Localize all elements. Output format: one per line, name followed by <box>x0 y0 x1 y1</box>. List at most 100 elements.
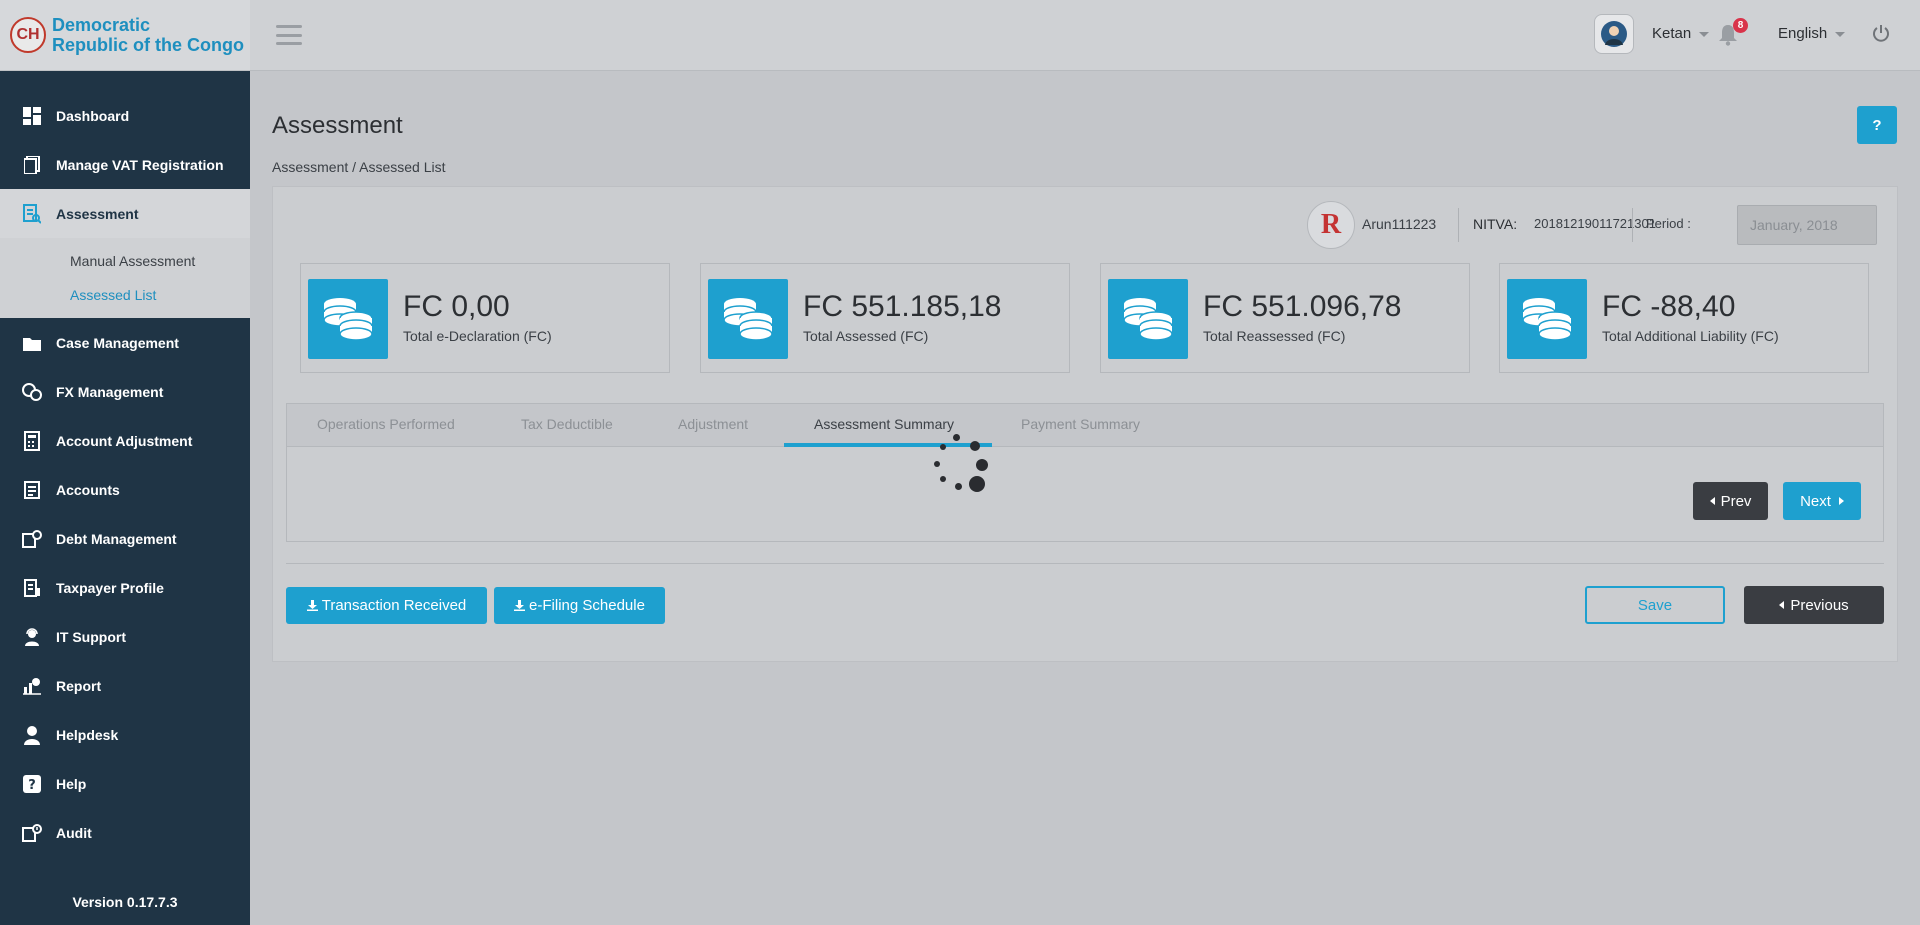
divider <box>1632 208 1633 242</box>
stat-card-total-additional-liability: FC -88,40 Total Additional Liability (FC… <box>1499 263 1869 373</box>
sidebar-item-label: Audit <box>56 824 92 841</box>
efiling-schedule-label: e-Filing Schedule <box>529 597 645 614</box>
coins-icon <box>1108 279 1188 359</box>
language-label: English <box>1778 25 1828 42</box>
transaction-received-label: Transaction Received <box>321 597 467 614</box>
user-menu[interactable]: Ketan <box>1652 25 1710 42</box>
stat-label: Total e-Declaration (FC) <box>403 328 552 344</box>
sidebar-item-taxpayer-profile[interactable]: Taxpayer Profile <box>0 563 250 612</box>
account-adjustment-icon <box>22 430 42 451</box>
it-support-icon <box>22 627 42 647</box>
caret-right-icon <box>1838 497 1844 505</box>
coins-icon <box>1507 279 1587 359</box>
sidebar-item-label: Debt Management <box>56 530 177 547</box>
sidebar-item-report[interactable]: Report <box>0 661 250 710</box>
stat-label: Total Assessed (FC) <box>803 328 929 344</box>
case-management-icon <box>22 333 42 353</box>
stat-value: FC -88,40 <box>1602 290 1736 323</box>
fx-management-icon <box>22 382 42 402</box>
help-button[interactable]: ? <box>1857 106 1897 144</box>
breadcrumb-text[interactable]: Assessment / Assessed List <box>272 159 446 175</box>
caret-left-icon <box>1709 497 1715 505</box>
save-button[interactable]: Save <box>1585 586 1725 624</box>
top-bar: Ketan 8 English <box>250 0 1920 71</box>
brand-name: Democratic Republic of the Congo <box>52 15 244 55</box>
tab-tax-deductible[interactable]: Tax Deductible <box>521 416 613 432</box>
sidebar-item-account-adjustment[interactable]: Account Adjustment <box>0 416 250 465</box>
previous-button[interactable]: Previous <box>1744 586 1884 624</box>
power-logout-icon[interactable] <box>1872 24 1890 42</box>
app-version: Version 0.17.7.3 <box>72 894 178 910</box>
download-icon <box>514 600 526 611</box>
stat-card-total-e-declaration: FC 0,00 Total e-Declaration (FC) <box>300 263 670 373</box>
taxpayer-logo: R <box>1307 201 1355 249</box>
debt-management-icon <box>22 529 42 549</box>
helpdesk-icon <box>22 725 42 745</box>
submenu-item-manual-assessment[interactable]: Manual Assessment <box>0 244 250 278</box>
stat-value: FC 551.096,78 <box>1203 290 1402 323</box>
tab-prev-label: Prev <box>1720 492 1752 510</box>
taxpayer-name: Arun111223 <box>1362 216 1437 232</box>
sidebar-item-audit[interactable]: Audit <box>0 808 250 857</box>
stat-value: FC 0,00 <box>403 290 510 323</box>
sidebar-item-case-management[interactable]: Case Management <box>0 318 250 367</box>
audit-icon <box>22 823 42 843</box>
sidebar-menu: Dashboard Manage VAT Registration Assess… <box>0 71 250 857</box>
sidebar-item-accounts[interactable]: Accounts <box>0 465 250 514</box>
notification-count-badge: 8 <box>1733 18 1748 33</box>
submenu-item-assessed-list[interactable]: Assessed List <box>0 278 250 312</box>
sidebar-item-debt-management[interactable]: Debt Management <box>0 514 250 563</box>
stat-value: FC 551.185,18 <box>803 290 1002 323</box>
sidebar-item-manage-vat-registration[interactable]: Manage VAT Registration <box>0 140 250 189</box>
tab-assessment-summary[interactable]: Assessment Summary <box>814 416 954 432</box>
user-avatar[interactable] <box>1594 14 1634 54</box>
sidebar-item-label: FX Management <box>56 383 164 400</box>
brand[interactable]: CH Democratic Republic of the Congo <box>0 0 250 71</box>
stat-label: Total Reassessed (FC) <box>1203 328 1346 344</box>
coins-icon <box>708 279 788 359</box>
sidebar: CH Democratic Republic of the Congo Dash… <box>0 0 250 925</box>
sidebar-item-label: Helpdesk <box>56 726 119 743</box>
assessment-submenu: Manual Assessment Assessed List <box>0 238 250 318</box>
brand-name-line2: Republic of the Congo <box>52 35 244 55</box>
tab-operations-performed[interactable]: Operations Performed <box>317 416 455 432</box>
tab-payment-summary[interactable]: Payment Summary <box>1021 416 1140 432</box>
tab-prev-button[interactable]: Prev <box>1693 482 1768 520</box>
caret-left-icon <box>1779 601 1785 609</box>
sidebar-item-label: Dashboard <box>56 107 130 124</box>
nitva-value: 20181219011721301 <box>1534 216 1656 231</box>
report-icon <box>22 676 42 696</box>
loading-spinner-icon <box>928 434 990 494</box>
sidebar-item-dashboard[interactable]: Dashboard <box>0 91 250 140</box>
sidebar-item-label: IT Support <box>56 628 126 645</box>
tabs-panel: Operations Performed Tax Deductible Adju… <box>286 403 1884 542</box>
sidebar-item-label: Help <box>56 775 87 792</box>
period-input[interactable] <box>1737 205 1877 245</box>
efiling-schedule-button[interactable]: e-Filing Schedule <box>494 587 665 624</box>
language-selector[interactable]: English <box>1778 25 1846 42</box>
chevron-down-icon <box>1699 31 1710 37</box>
transaction-received-button[interactable]: Transaction Received <box>286 587 487 624</box>
sidebar-item-help[interactable]: ? Help <box>0 759 250 808</box>
sidebar-item-fx-management[interactable]: FX Management <box>0 367 250 416</box>
svg-text:?: ? <box>28 778 36 793</box>
menu-toggle-icon[interactable] <box>276 25 302 45</box>
stat-card-total-reassessed: FC 551.096,78 Total Reassessed (FC) <box>1100 263 1470 373</box>
breadcrumb: Assessment / Assessed List <box>272 159 446 175</box>
stat-card-total-assessed: FC 551.185,18 Total Assessed (FC) <box>700 263 1070 373</box>
user-avatar-icon <box>1601 21 1627 47</box>
dashboard-icon <box>22 106 42 126</box>
assessment-icon <box>22 203 42 224</box>
sidebar-item-label: Assessment <box>56 205 139 222</box>
sidebar-item-it-support[interactable]: IT Support <box>0 612 250 661</box>
sidebar-item-label: Case Management <box>56 334 179 351</box>
help-icon: ? <box>22 774 42 794</box>
taxpayer-profile-icon <box>22 578 42 598</box>
vat-registration-icon <box>22 155 42 175</box>
sidebar-item-assessment[interactable]: Assessment <box>0 189 250 238</box>
accounts-icon <box>22 480 42 500</box>
previous-label: Previous <box>1790 596 1849 614</box>
tab-adjustment[interactable]: Adjustment <box>678 416 748 432</box>
sidebar-item-helpdesk[interactable]: Helpdesk <box>0 710 250 759</box>
tab-next-button[interactable]: Next <box>1783 482 1861 520</box>
